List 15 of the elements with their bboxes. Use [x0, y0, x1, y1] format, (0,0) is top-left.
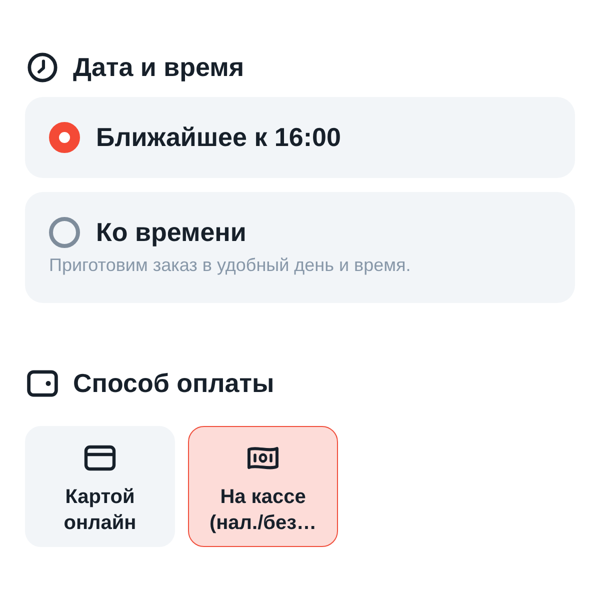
radio-button[interactable]	[49, 217, 80, 248]
radio-button[interactable]	[49, 122, 80, 153]
time-option-card[interactable]: Ко времени Приготовим заказ в удобный день и время.	[25, 192, 575, 303]
payment-method-button[interactable]: На кассе (нал./без…	[188, 426, 338, 547]
option-label: Ближайшее к 16:00	[96, 122, 341, 153]
option-description: Приготовим заказ в удобный день и время.	[49, 254, 412, 277]
section-heading: Способ оплаты	[73, 368, 274, 399]
banknote-icon	[247, 445, 279, 471]
credit-card-icon	[84, 445, 116, 471]
payment-method-button[interactable]: Картой онлайн	[25, 426, 175, 547]
option-label: Ко времени	[96, 217, 246, 248]
section-heading: Дата и время	[73, 52, 244, 83]
clock-icon	[27, 52, 58, 83]
time-option-card[interactable]: Ближайшее к 16:00	[25, 97, 575, 178]
wallet-icon	[27, 370, 58, 397]
